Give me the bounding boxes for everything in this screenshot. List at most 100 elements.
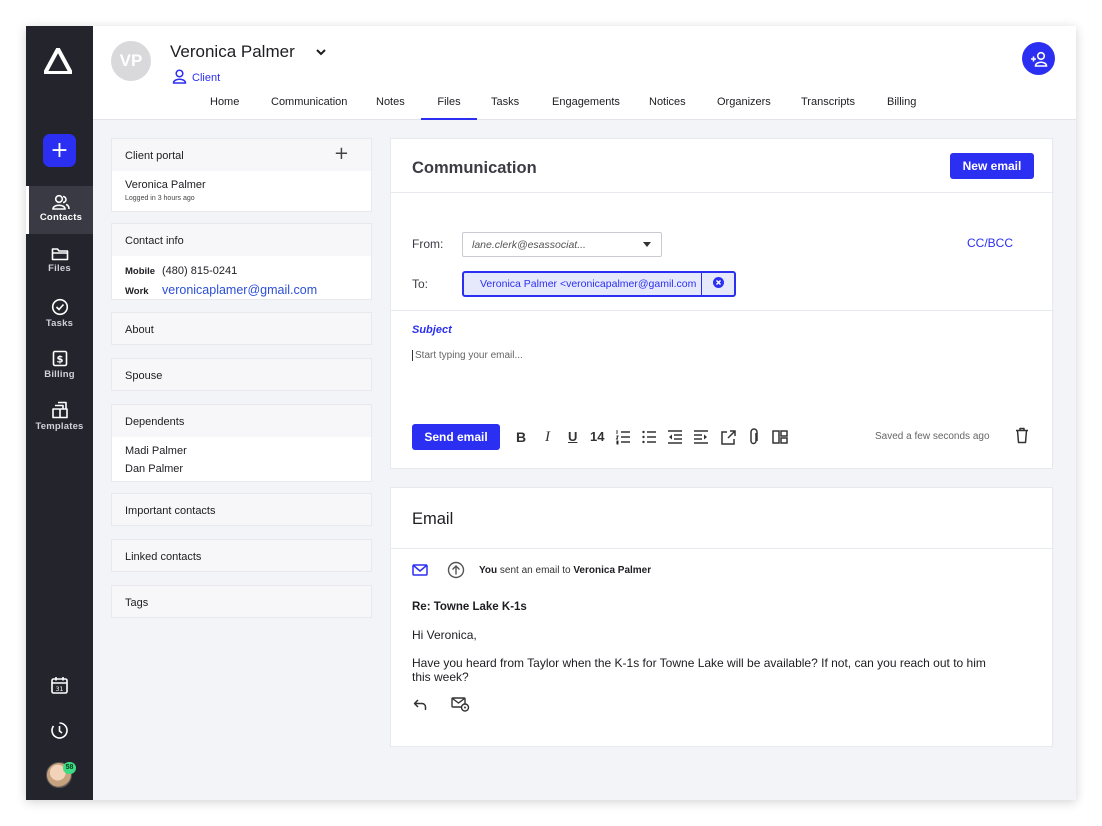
linked-contacts-card[interactable]: Linked contacts <box>111 539 372 572</box>
sidebar-item-label: Tasks <box>45 318 74 329</box>
paperclip-icon[interactable] <box>748 428 760 446</box>
quick-add-button[interactable]: + <box>43 134 76 167</box>
sidebar: + Contacts Files Tasks $ Billing Templat… <box>26 26 93 800</box>
timer-icon[interactable] <box>50 721 69 740</box>
sidebar-item-label: Templates <box>35 421 84 432</box>
send-email-button[interactable]: Send email <box>412 424 500 450</box>
bold-button[interactable]: B <box>516 428 526 446</box>
compose-title: Communication <box>412 159 537 177</box>
mail-icon <box>412 564 428 576</box>
dependents-card: Dependents Madi Palmer Dan Palmer <box>111 404 372 482</box>
mobile-row: Mobile (480) 815-0241 <box>125 265 358 277</box>
sidebar-item-label: Contacts <box>39 212 83 223</box>
font-size-select[interactable]: 14 <box>590 428 604 446</box>
work-row: Work veronicaplamer@gmail.com <box>125 283 358 297</box>
tab-transcripts[interactable]: Transcripts <box>801 96 855 120</box>
mobile-label: Mobile <box>125 266 156 277</box>
remove-recipient-button[interactable] <box>701 273 734 295</box>
indent-icon[interactable] <box>693 428 709 446</box>
calendar-icon[interactable]: 31 <box>50 676 69 695</box>
mail-settings-icon[interactable] <box>451 697 470 712</box>
bullet-list-icon[interactable] <box>641 428 657 446</box>
tab-communication[interactable]: Communication <box>271 96 347 120</box>
chevron-down-icon[interactable] <box>315 46 327 58</box>
italic-button[interactable]: I <box>545 428 550 446</box>
recipient-chip[interactable]: Veronica Palmer <veronicapalmer@gamil.co… <box>462 271 736 297</box>
check-circle-icon <box>51 298 68 316</box>
from-select[interactable]: lane.clerk@esassociat... <box>462 232 662 257</box>
email-event-text: You sent an email to Veronica Palmer <box>479 565 651 576</box>
notification-badge: 58 <box>63 762 76 774</box>
outdent-icon[interactable] <box>667 428 683 446</box>
email-panel: Email You sent an email to Veronica Palm… <box>390 487 1054 747</box>
app-window: + Contacts Files Tasks $ Billing Templat… <box>26 26 1076 800</box>
event-actor: You <box>479 565 498 576</box>
layout-icon[interactable] <box>772 428 788 446</box>
client-avatar: VP <box>111 41 151 81</box>
email-subject: Re: Towne Lake K-1s <box>412 601 527 613</box>
email-greeting: Hi Veronica, <box>412 628 477 642</box>
event-action: sent an email to <box>497 565 574 576</box>
dependents-title[interactable]: Dependents <box>112 405 371 437</box>
list-item[interactable]: Madi Palmer <box>125 445 358 457</box>
sidebar-item-label: Files <box>48 263 71 274</box>
add-contact-button[interactable] <box>1022 42 1055 75</box>
tab-notes[interactable]: Notes <box>376 96 405 120</box>
email-title: Email <box>412 510 454 528</box>
tab-billing[interactable]: Billing <box>887 96 916 120</box>
svg-text:31: 31 <box>56 686 64 693</box>
recipient-value: Veronica Palmer <veronicapalmer@gamil.co… <box>480 278 697 290</box>
tags-card[interactable]: Tags <box>111 585 372 618</box>
compose-panel: Communication New email From: lane.clerk… <box>390 138 1054 469</box>
client-portal-title: Client portal <box>125 150 184 162</box>
tab-organizers[interactable]: Organizers <box>717 96 771 120</box>
tab-engagements[interactable]: Engagements <box>552 96 620 120</box>
plus-icon[interactable]: + <box>334 145 349 163</box>
sidebar-item-templates[interactable]: Templates <box>26 393 93 441</box>
subject-field[interactable]: Subject <box>412 324 452 336</box>
event-recipient[interactable]: Veronica Palmer <box>573 565 651 576</box>
client-portal-card: Client portal + Veronica Palmer Logged i… <box>111 138 372 212</box>
divider <box>391 310 1054 311</box>
person-icon <box>172 69 187 84</box>
app-logo-icon[interactable] <box>44 48 72 74</box>
reply-icon[interactable] <box>413 698 427 711</box>
to-label: To: <box>412 277 429 291</box>
sidebar-item-billing[interactable]: $ Billing <box>26 342 93 390</box>
about-card[interactable]: About <box>111 312 372 345</box>
sidebar-item-contacts[interactable]: Contacts <box>26 186 93 234</box>
caret-down-icon <box>643 242 651 247</box>
saved-status: Saved a few seconds ago <box>875 431 990 442</box>
spouse-card[interactable]: Spouse <box>111 358 372 391</box>
tab-home[interactable]: Home <box>210 96 239 120</box>
portal-user-name: Veronica Palmer <box>125 179 206 191</box>
close-circle-icon <box>712 277 724 288</box>
client-role: Client <box>172 69 220 84</box>
tab-files[interactable]: Files <box>421 96 477 120</box>
tab-notices[interactable]: Notices <box>649 96 686 120</box>
cc-bcc-link[interactable]: CC/BCC <box>967 236 1013 250</box>
mobile-number[interactable]: (480) 815-0241 <box>162 265 237 277</box>
tab-tasks[interactable]: Tasks <box>491 96 519 120</box>
underline-button[interactable]: U <box>568 428 577 446</box>
from-value: lane.clerk@esassociat... <box>472 239 586 251</box>
list-item[interactable]: Dan Palmer <box>125 463 358 475</box>
email-body-input[interactable]: Start typing your email... <box>412 350 1012 361</box>
important-contacts-card[interactable]: Important contacts <box>111 493 372 526</box>
contact-info-card: Contact info Mobile (480) 815-0241 Work … <box>111 223 372 300</box>
divider <box>391 192 1054 193</box>
sidebar-item-tasks[interactable]: Tasks <box>26 290 93 338</box>
client-role-label: Client <box>192 72 221 84</box>
new-email-button[interactable]: New email <box>950 153 1034 179</box>
add-person-icon <box>1030 51 1047 67</box>
external-link-icon[interactable] <box>720 428 736 446</box>
contacts-icon <box>52 194 70 210</box>
work-email-link[interactable]: veronicaplamer@gmail.com <box>162 283 317 297</box>
sidebar-item-files[interactable]: Files <box>26 238 93 286</box>
svg-text:$: $ <box>56 355 63 366</box>
client-header: VP Veronica Palmer Client Home Communica… <box>93 26 1076 120</box>
work-label: Work <box>125 286 149 297</box>
numbered-list-icon[interactable] <box>615 428 631 446</box>
trash-icon[interactable] <box>1015 427 1029 444</box>
client-portal-header: Client portal + <box>112 139 371 171</box>
